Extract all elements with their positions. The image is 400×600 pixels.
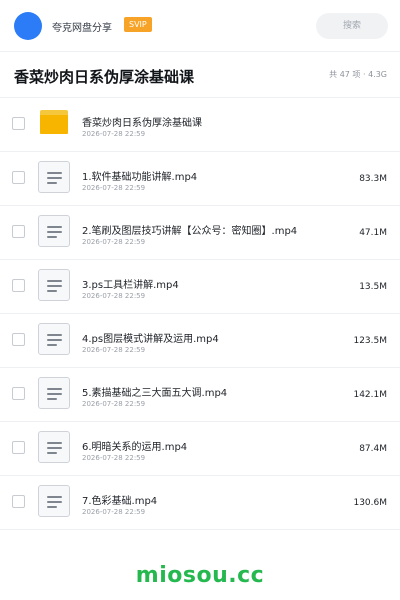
- item-size: 83.3M: [359, 174, 387, 184]
- list-item-folder[interactable]: 香菜炒肉日系伪厚涂基础课 2026-07-28 22:59: [0, 98, 400, 152]
- checkbox[interactable]: [12, 279, 25, 292]
- item-name: 3.ps工具栏讲解.mp4: [82, 280, 179, 291]
- file-icon: [38, 377, 70, 409]
- file-icon: [38, 215, 70, 247]
- item-name: 7.色彩基础.mp4: [82, 496, 158, 507]
- list-item-file[interactable]: 5.素描基础之三大面五大调.mp4 2026-07-28 22:59 142.1…: [0, 368, 400, 422]
- app-name: 夸克网盘分享: [52, 23, 112, 34]
- item-name: 6.明暗关系的运用.mp4: [82, 442, 188, 453]
- item-size: 47.1M: [359, 228, 387, 238]
- item-date: 2026-07-28 22:59: [82, 184, 146, 192]
- item-date: 2026-07-28 22:59: [82, 346, 146, 354]
- list-item-file[interactable]: 7.色彩基础.mp4 2026-07-28 22:59 130.6M: [0, 476, 400, 530]
- item-size: 142.1M: [353, 390, 387, 400]
- checkbox[interactable]: [12, 117, 25, 130]
- item-name: 5.素描基础之三大面五大调.mp4: [82, 388, 228, 399]
- item-name: 4.ps图层模式讲解及运用.mp4: [82, 334, 219, 345]
- item-name: 香菜炒肉日系伪厚涂基础课: [82, 118, 202, 129]
- top-header: 夸克网盘分享 SVIP 搜索: [0, 0, 400, 52]
- search-button[interactable]: 搜索: [316, 13, 388, 39]
- item-date: 2026-07-28 22:59: [82, 508, 146, 516]
- file-icon: [38, 431, 70, 463]
- file-icon: [38, 485, 70, 517]
- page-title: 香菜炒肉日系伪厚涂基础课: [14, 68, 195, 86]
- item-date: 2026-07-28 22:59: [82, 238, 146, 246]
- folder-summary: 共 47 项 · 4.3G: [329, 70, 387, 79]
- item-size: 123.5M: [353, 336, 387, 346]
- folder-header: 香菜炒肉日系伪厚涂基础课 共 47 项 · 4.3G: [0, 52, 400, 98]
- file-list: 香菜炒肉日系伪厚涂基础课 2026-07-28 22:59 1.软件基础功能讲解…: [0, 98, 400, 530]
- checkbox[interactable]: [12, 333, 25, 346]
- checkbox[interactable]: [12, 495, 25, 508]
- item-date: 2026-07-28 22:59: [82, 400, 146, 408]
- watermark-text: miosou.cc: [135, 563, 265, 588]
- item-date: 2026-07-28 22:59: [82, 130, 146, 138]
- list-item-file[interactable]: 2.笔刷及图层技巧讲解【公众号：密知圈】.mp4 2026-07-28 22:5…: [0, 206, 400, 260]
- list-item-file[interactable]: 3.ps工具栏讲解.mp4 2026-07-28 22:59 13.5M: [0, 260, 400, 314]
- item-size: 130.6M: [353, 498, 387, 508]
- item-date: 2026-07-28 22:59: [82, 454, 146, 462]
- file-icon: [38, 269, 70, 301]
- file-icon: [38, 161, 70, 193]
- list-item-file[interactable]: 6.明暗关系的运用.mp4 2026-07-28 22:59 87.4M: [0, 422, 400, 476]
- item-size: 13.5M: [359, 282, 387, 292]
- checkbox[interactable]: [12, 441, 25, 454]
- list-item-file[interactable]: 4.ps图层模式讲解及运用.mp4 2026-07-28 22:59 123.5…: [0, 314, 400, 368]
- checkbox[interactable]: [12, 387, 25, 400]
- item-name: 1.软件基础功能讲解.mp4: [82, 172, 198, 183]
- svip-badge: SVIP: [124, 17, 152, 32]
- item-date: 2026-07-28 22:59: [82, 292, 146, 300]
- list-item-file[interactable]: 1.软件基础功能讲解.mp4 2026-07-28 22:59 83.3M: [0, 152, 400, 206]
- item-size: 87.4M: [359, 444, 387, 454]
- folder-icon: [40, 110, 68, 134]
- item-name: 2.笔刷及图层技巧讲解【公众号：密知圈】.mp4: [82, 226, 298, 237]
- checkbox[interactable]: [12, 171, 25, 184]
- file-icon: [38, 323, 70, 355]
- avatar[interactable]: [14, 12, 42, 40]
- checkbox[interactable]: [12, 225, 25, 238]
